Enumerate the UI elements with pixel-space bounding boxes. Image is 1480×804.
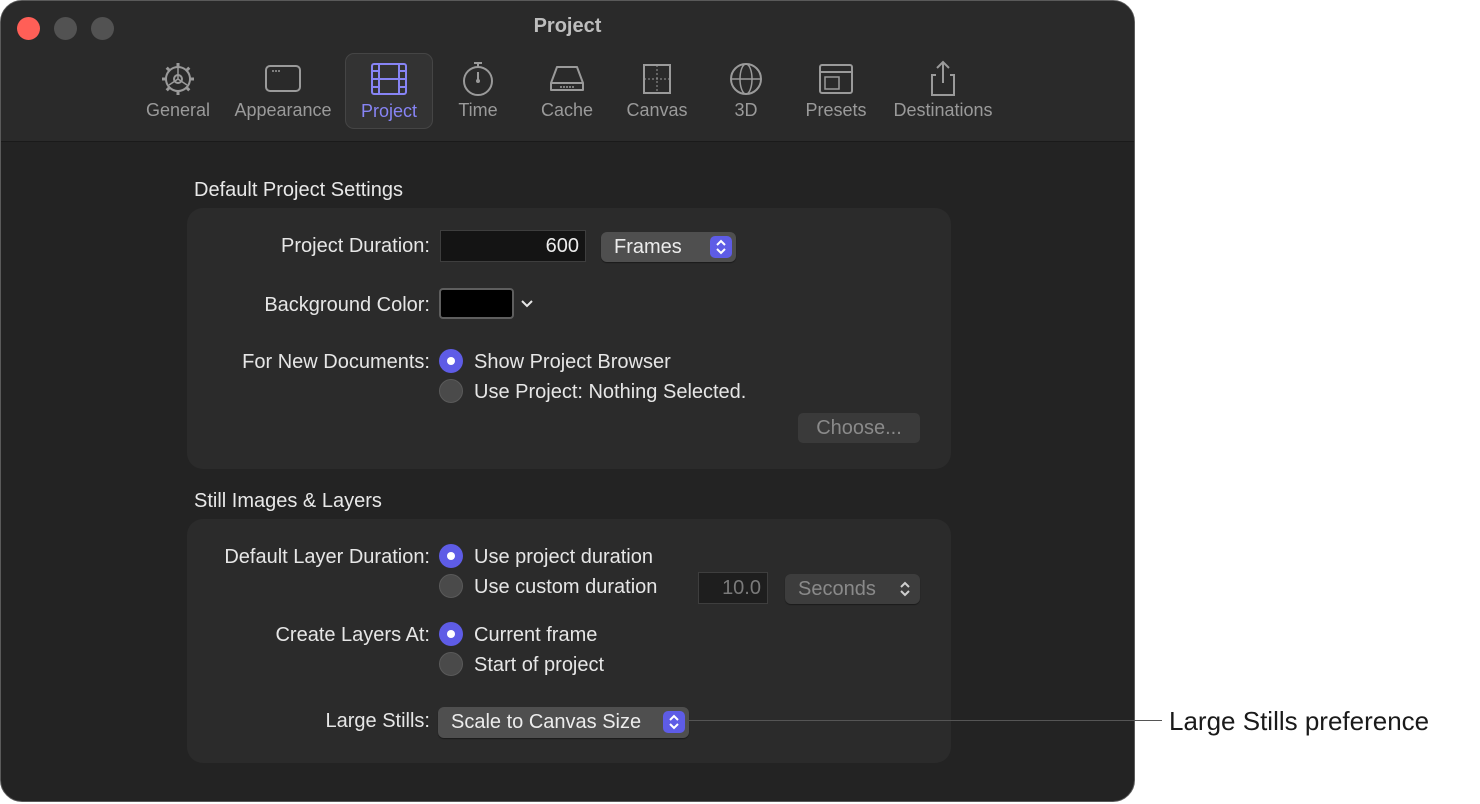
film-icon xyxy=(371,63,407,95)
title-bar: Project General Appearance Project Time … xyxy=(1,1,1134,142)
tab-time-label: Time xyxy=(458,100,498,120)
tab-canvas[interactable]: Canvas xyxy=(619,53,695,129)
drive-icon xyxy=(550,66,584,91)
preferences-toolbar: General Appearance Project Time Cache Ca… xyxy=(1,53,1134,133)
sphere-icon xyxy=(730,63,762,95)
popup-arrows-icon xyxy=(894,578,916,600)
tab-canvas-label: Canvas xyxy=(626,100,688,120)
start-of-project-label: Start of project xyxy=(474,654,605,676)
tab-cache-label: Cache xyxy=(540,100,594,120)
project-duration-label: Project Duration: xyxy=(281,235,430,257)
background-color-label: Background Color: xyxy=(264,294,430,316)
custom-duration-unit-popup[interactable]: Seconds xyxy=(785,574,920,604)
radio-start-of-project[interactable] xyxy=(439,652,463,676)
callout-line xyxy=(689,720,1162,721)
large-stills-value: Scale to Canvas Size xyxy=(451,711,642,733)
stopwatch-icon xyxy=(463,62,493,96)
chevron-down-icon[interactable] xyxy=(520,298,534,310)
radio-use-project[interactable] xyxy=(439,379,463,403)
presets-icon xyxy=(819,64,853,94)
default-layer-duration-label: Default Layer Duration: xyxy=(224,546,430,568)
use-project-duration-label: Use project duration xyxy=(474,546,653,568)
large-stills-label: Large Stills: xyxy=(325,710,431,732)
preferences-window: Project General Appearance Project Time … xyxy=(0,0,1135,802)
share-icon xyxy=(931,60,955,96)
popup-arrows-icon xyxy=(663,711,685,733)
choose-button[interactable]: Choose... xyxy=(798,413,920,443)
tab-general-label: General xyxy=(145,100,211,120)
large-stills-popup[interactable]: Scale to Canvas Size xyxy=(438,707,689,738)
default-project-settings-heading: Default Project Settings xyxy=(194,179,403,201)
tab-project-label: Project xyxy=(360,101,418,121)
tab-appearance[interactable]: Appearance xyxy=(231,53,335,129)
callout-label: Large Stills preference xyxy=(1169,706,1430,736)
new-documents-label: For New Documents: xyxy=(242,351,430,373)
tab-time[interactable]: Time xyxy=(442,53,514,129)
popup-arrows-icon xyxy=(710,236,732,258)
tab-presets-label: Presets xyxy=(805,100,867,120)
window-icon xyxy=(265,65,301,92)
tab-3d-label: 3D xyxy=(734,100,758,120)
tab-general[interactable]: General xyxy=(138,53,218,129)
duration-unit-value: Frames xyxy=(614,236,682,258)
tab-3d[interactable]: 3D xyxy=(710,53,782,129)
use-project-label: Use Project: Nothing Selected. xyxy=(474,381,747,403)
tab-destinations[interactable]: Destinations xyxy=(888,53,998,129)
current-frame-label: Current frame xyxy=(474,624,598,646)
canvas-icon xyxy=(643,64,671,94)
custom-duration-field[interactable]: 10.0 xyxy=(698,572,768,604)
tab-cache[interactable]: Cache xyxy=(531,53,603,129)
radio-use-custom-duration[interactable] xyxy=(439,574,463,598)
create-layers-at-label: Create Layers At: xyxy=(275,624,430,646)
custom-duration-unit-value: Seconds xyxy=(798,578,876,600)
window-title: Project xyxy=(533,15,602,37)
use-custom-duration-label: Use custom duration xyxy=(474,576,658,598)
tab-appearance-label: Appearance xyxy=(234,100,332,120)
gear-icon xyxy=(162,63,194,95)
tab-presets[interactable]: Presets xyxy=(799,53,873,129)
radio-use-project-duration[interactable] xyxy=(439,544,463,568)
tab-project[interactable]: Project xyxy=(345,53,433,129)
tab-destinations-label: Destinations xyxy=(893,100,993,120)
radio-show-project-browser[interactable] xyxy=(439,349,463,373)
background-color-well[interactable] xyxy=(439,288,514,319)
still-images-layers-heading: Still Images & Layers xyxy=(194,490,382,512)
duration-unit-popup[interactable]: Frames xyxy=(601,232,736,262)
radio-current-frame[interactable] xyxy=(439,622,463,646)
show-project-browser-label: Show Project Browser xyxy=(474,351,671,373)
project-duration-field[interactable]: 600 xyxy=(440,230,586,262)
